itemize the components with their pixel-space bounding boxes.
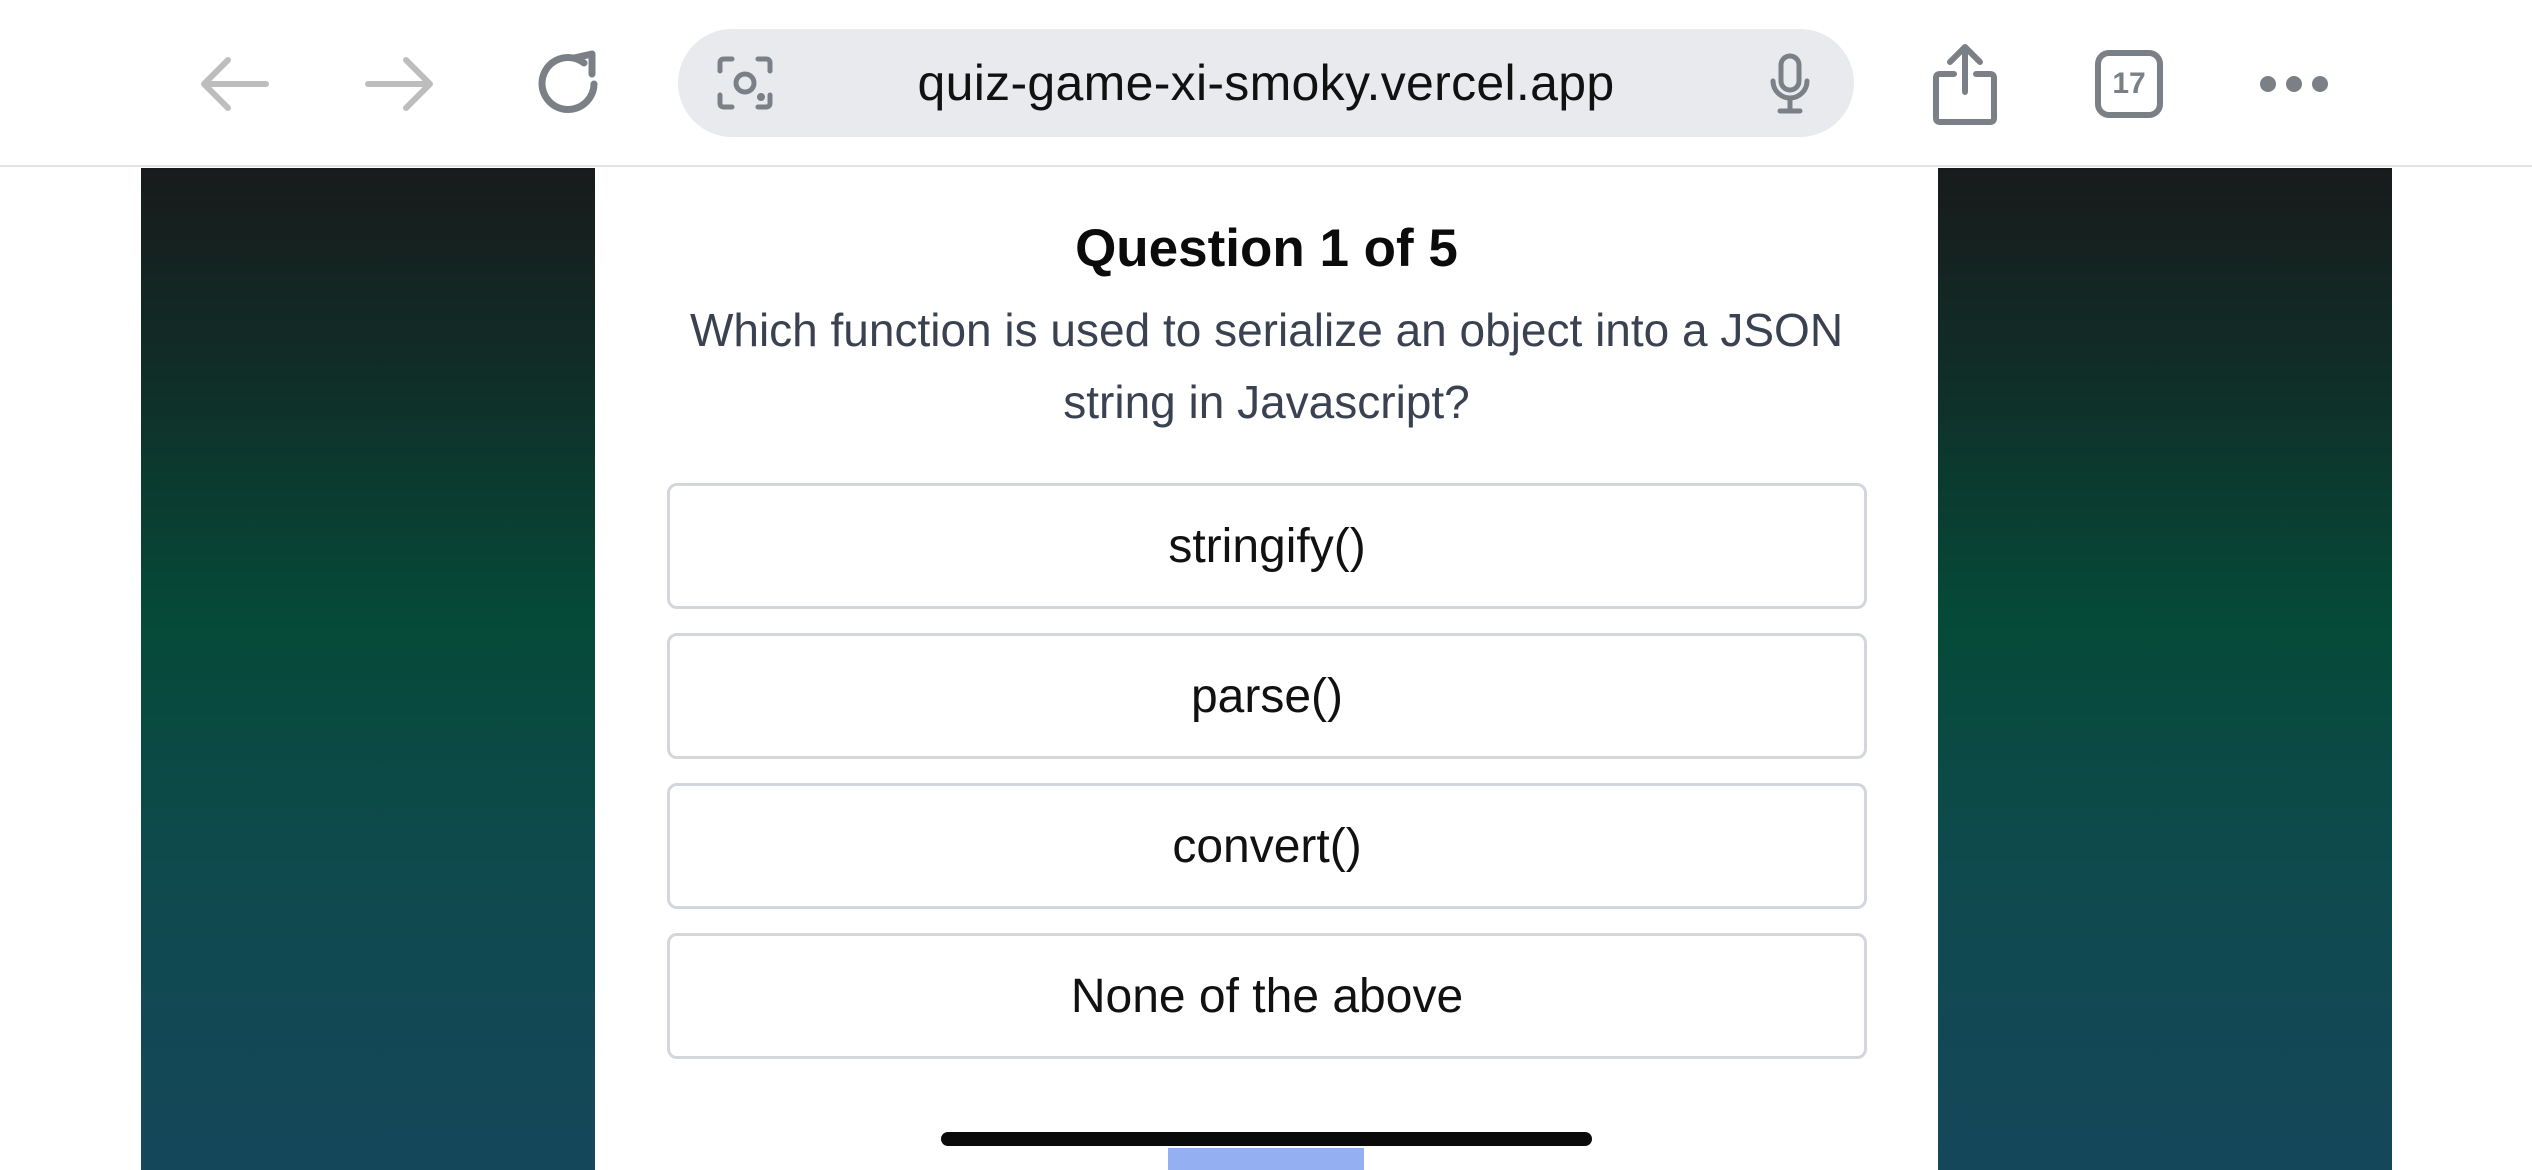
answer-option[interactable]: stringify()	[667, 483, 1867, 609]
reload-icon[interactable]	[528, 44, 608, 124]
url-text: quiz-game-xi-smoky.vercel.app	[917, 55, 1615, 111]
answer-option[interactable]: None of the above	[667, 933, 1867, 1059]
address-bar[interactable]: quiz-game-xi-smoky.vercel.app	[678, 29, 1854, 137]
quiz-card: Question 1 of 5 Which function is used t…	[595, 168, 1938, 1170]
tabs-button[interactable]: 17	[2095, 50, 2163, 118]
answer-option[interactable]: parse()	[667, 633, 1867, 759]
more-dots-icon[interactable]	[2256, 72, 2332, 96]
next-button-peek[interactable]	[1168, 1148, 1364, 1170]
background-panel-right	[1938, 168, 2392, 1170]
share-icon[interactable]	[1930, 42, 2000, 126]
arrow-right-icon[interactable]	[362, 54, 438, 114]
browser-toolbar: quiz-game-xi-smoky.vercel.app 17	[0, 0, 2532, 167]
question-counter: Question 1 of 5	[1075, 219, 1458, 278]
question-text: Which function is used to serialize an o…	[689, 304, 1844, 428]
microphone-icon[interactable]	[1767, 53, 1813, 115]
arrow-left-icon[interactable]	[196, 54, 272, 114]
home-indicator[interactable]	[941, 1132, 1592, 1146]
answer-options: stringify() parse() convert() None of th…	[667, 483, 1867, 1083]
answer-option[interactable]: convert()	[667, 783, 1867, 909]
background-panel-left	[141, 168, 595, 1170]
